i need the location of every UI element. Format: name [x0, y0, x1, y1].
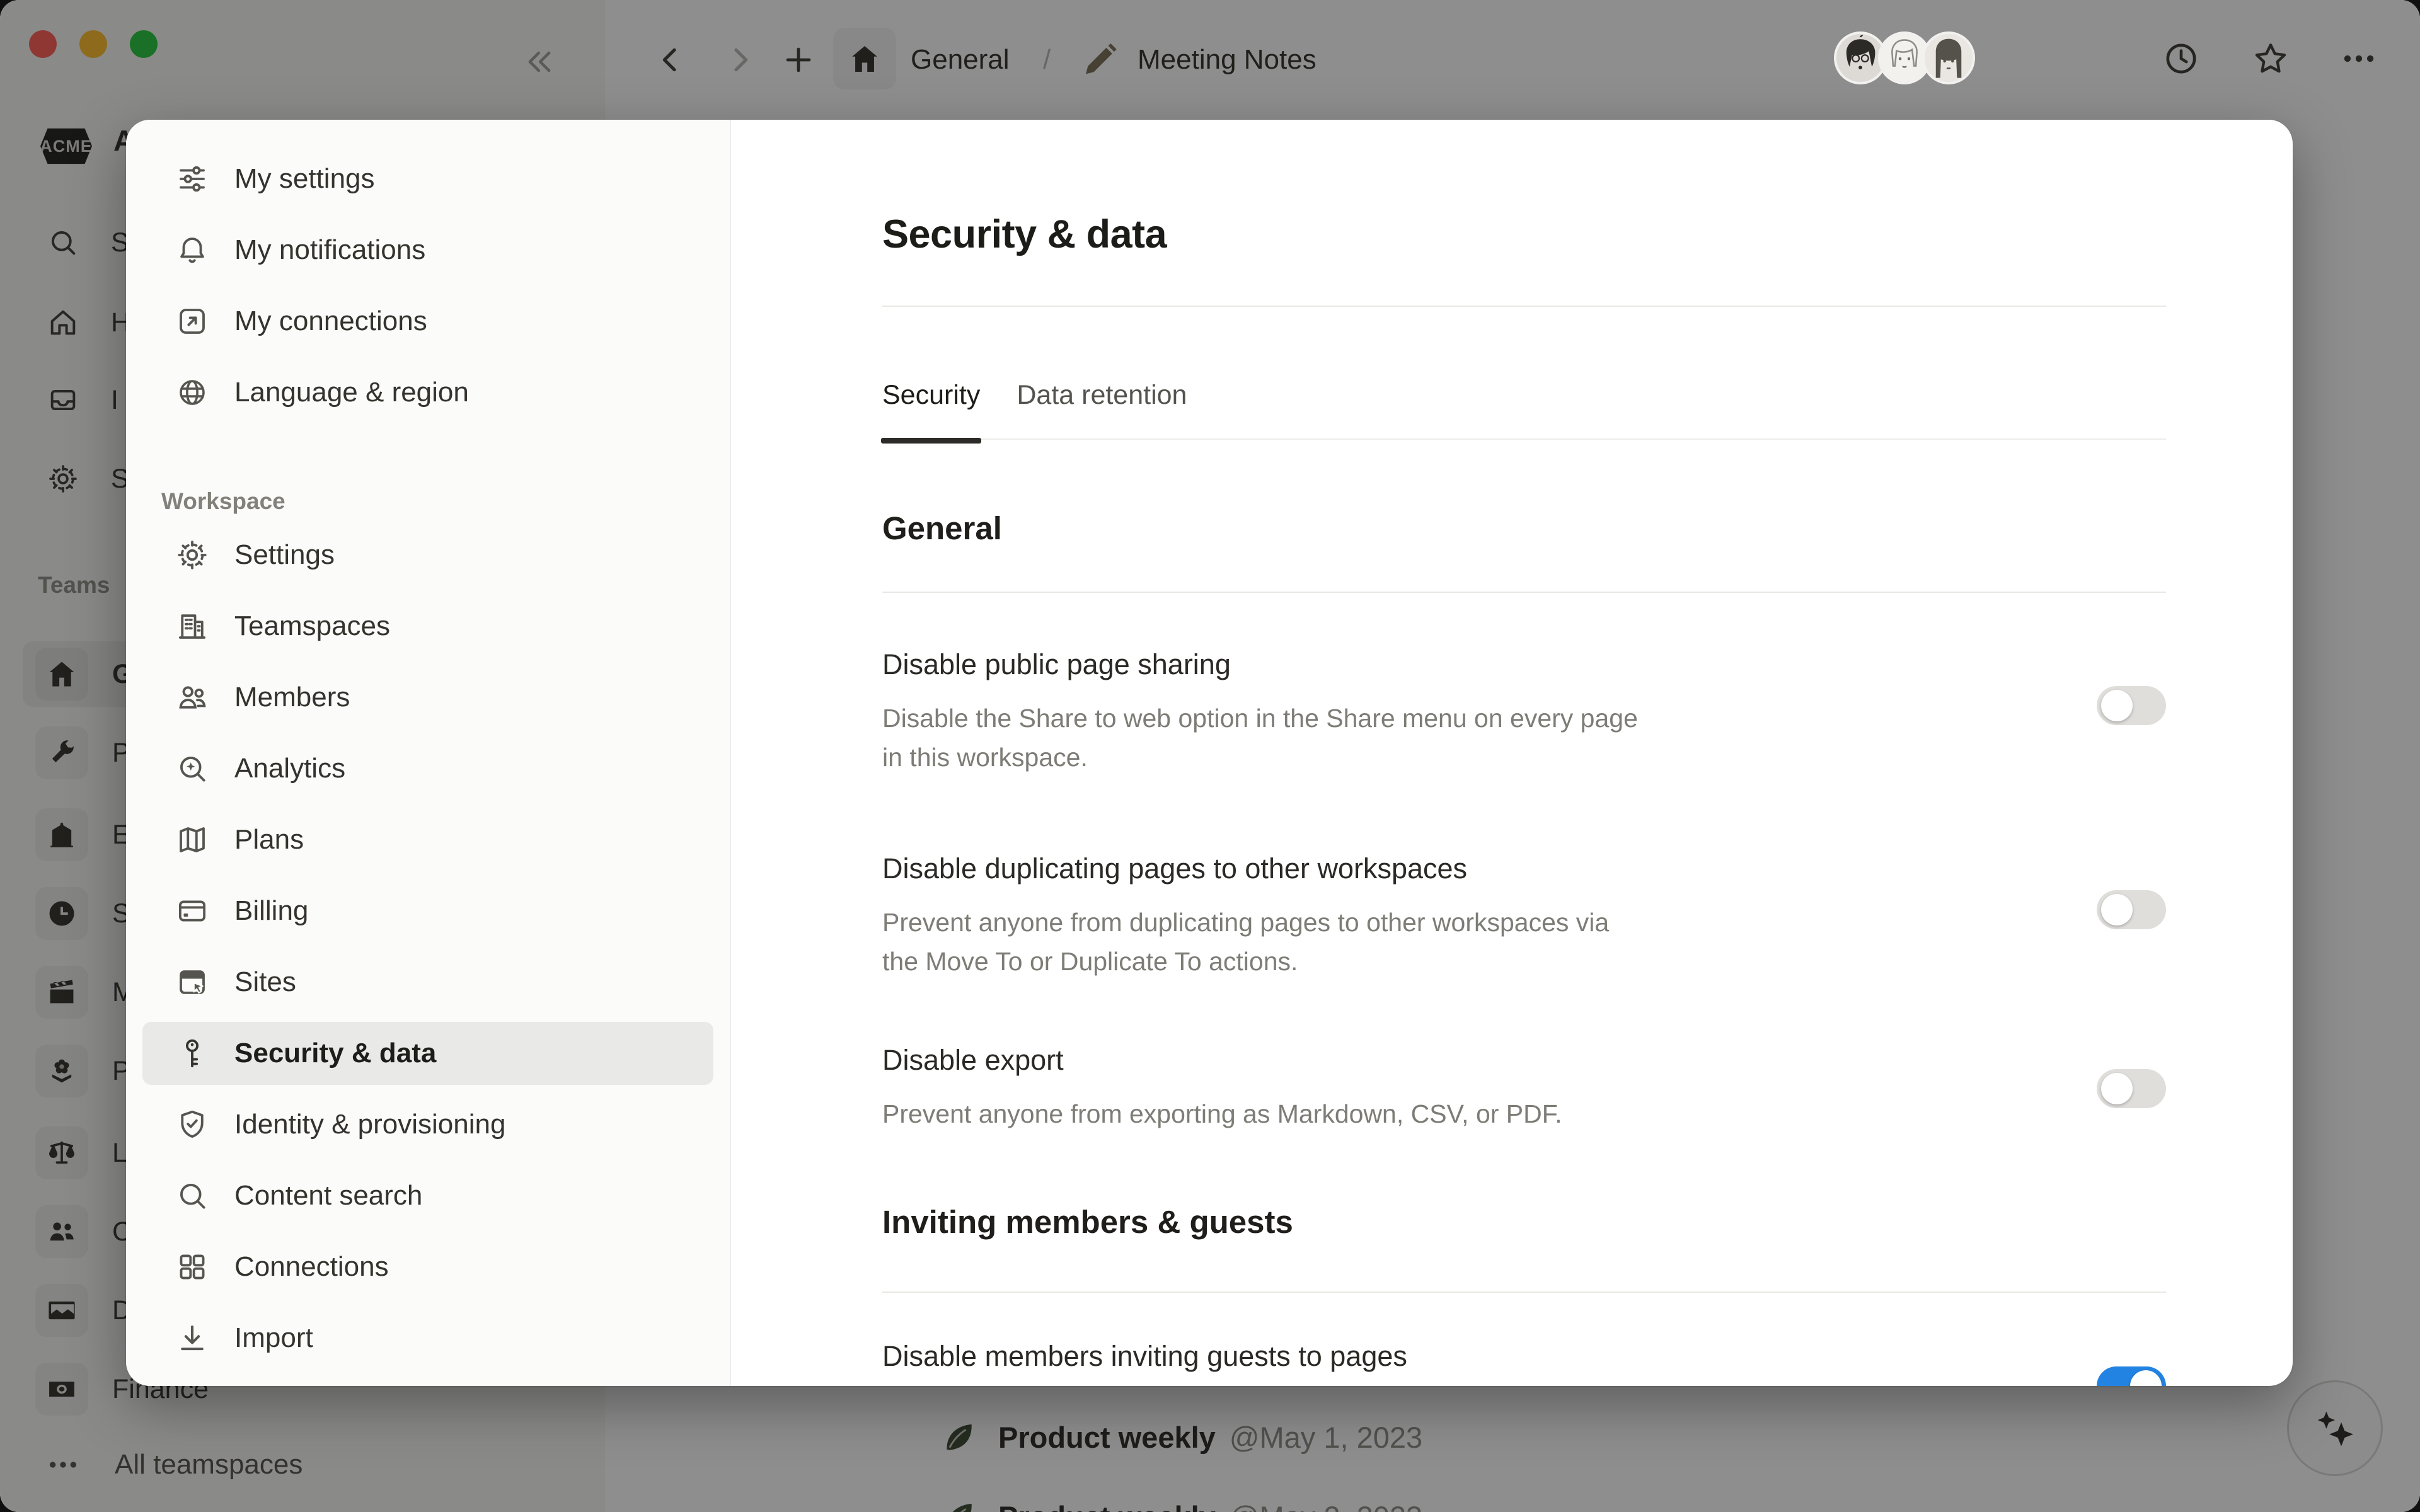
- app-window: General / Meeting Notes Share ACME A S: [0, 0, 2420, 1512]
- settings-nav-analytics[interactable]: Analytics: [142, 737, 713, 800]
- settings-nav-identity-provisioning[interactable]: Identity & provisioning: [142, 1093, 713, 1156]
- settings-nav-members[interactable]: Members: [142, 666, 713, 729]
- sliders-icon: [175, 162, 209, 196]
- setting-title: Disable export: [882, 1041, 1562, 1079]
- search-sparkle-icon: [175, 752, 209, 786]
- setting-title: Disable members inviting guests to pages: [882, 1337, 1407, 1375]
- settings-nav-my-settings[interactable]: My settings: [142, 147, 713, 210]
- divider: [882, 1292, 2166, 1293]
- members-icon: [175, 680, 209, 714]
- setting-description: Disable the Share to web option in the S…: [882, 699, 1638, 777]
- section-heading-general: General: [882, 508, 2166, 549]
- workspace-section-header: Workspace: [126, 488, 730, 515]
- setting-title: Disable duplicating pages to other works…: [882, 850, 1609, 888]
- setting-disable-members-inviting-guests: Disable members inviting guests to pages: [882, 1337, 2166, 1386]
- key-icon: [175, 1036, 209, 1070]
- divider: [882, 306, 2166, 307]
- settings-nav-security-data[interactable]: Security & data: [142, 1022, 713, 1085]
- arrow-down-tray-icon: [175, 1321, 209, 1355]
- settings-nav-language-region[interactable]: Language & region: [142, 361, 713, 424]
- setting-title: Disable public page sharing: [882, 646, 1638, 684]
- setting-disable-export: Disable export Prevent anyone from expor…: [882, 1041, 2166, 1133]
- settings-nav-billing[interactable]: Billing: [142, 879, 713, 942]
- tab-data-retention[interactable]: Data retention: [1017, 380, 1187, 411]
- grid-icon: [175, 1250, 209, 1284]
- settings-nav-teamspaces[interactable]: Teamspaces: [142, 595, 713, 658]
- settings-nav-import[interactable]: Import: [142, 1307, 713, 1370]
- magnifier-icon: [175, 1179, 209, 1213]
- bell-icon: [175, 233, 209, 267]
- toggle-disable-members-inviting-guests[interactable]: [2097, 1366, 2166, 1386]
- tabs: Security Data retention: [882, 380, 2166, 440]
- settings-nav-sites[interactable]: Sites: [142, 951, 713, 1014]
- settings-nav-my-notifications[interactable]: My notifications: [142, 219, 713, 282]
- settings-nav-connections[interactable]: Connections: [142, 1235, 713, 1298]
- settings-nav-settings[interactable]: Settings: [142, 524, 713, 587]
- settings-nav-plans[interactable]: Plans: [142, 808, 713, 871]
- settings-nav-my-connections[interactable]: My connections: [142, 290, 713, 353]
- divider: [882, 592, 2166, 593]
- map-icon: [175, 823, 209, 857]
- setting-disable-public-page-sharing: Disable public page sharing Disable the …: [882, 646, 2166, 777]
- toggle-disable-duplicating-pages[interactable]: [2097, 890, 2166, 929]
- settings-nav-content-search[interactable]: Content search: [142, 1164, 713, 1227]
- toggle-disable-public-page-sharing[interactable]: [2097, 686, 2166, 725]
- globe-icon: [175, 375, 209, 410]
- setting-description: Prevent anyone from duplicating pages to…: [882, 903, 1609, 981]
- tab-security[interactable]: Security: [882, 380, 980, 411]
- settings-nav: My settings My notifications My connecti…: [126, 120, 731, 1386]
- arrow-up-right-box-icon: [175, 304, 209, 338]
- setting-description: Prevent anyone from exporting as Markdow…: [882, 1094, 1562, 1133]
- setting-disable-duplicating-pages: Disable duplicating pages to other works…: [882, 850, 2166, 981]
- toggle-disable-export[interactable]: [2097, 1069, 2166, 1108]
- shield-check-icon: [175, 1108, 209, 1142]
- building-icon: [175, 609, 209, 643]
- credit-card-icon: [175, 894, 209, 928]
- gear-icon: [175, 538, 209, 572]
- settings-content: Security & data Security Data retention …: [731, 120, 2293, 1386]
- section-heading-inviting: Inviting members & guests: [882, 1201, 2166, 1243]
- settings-modal: My settings My notifications My connecti…: [126, 120, 2293, 1386]
- browser-cursor-icon: [175, 965, 209, 999]
- page-title: Security & data: [882, 208, 2166, 261]
- avatar[interactable]: [1922, 32, 1975, 84]
